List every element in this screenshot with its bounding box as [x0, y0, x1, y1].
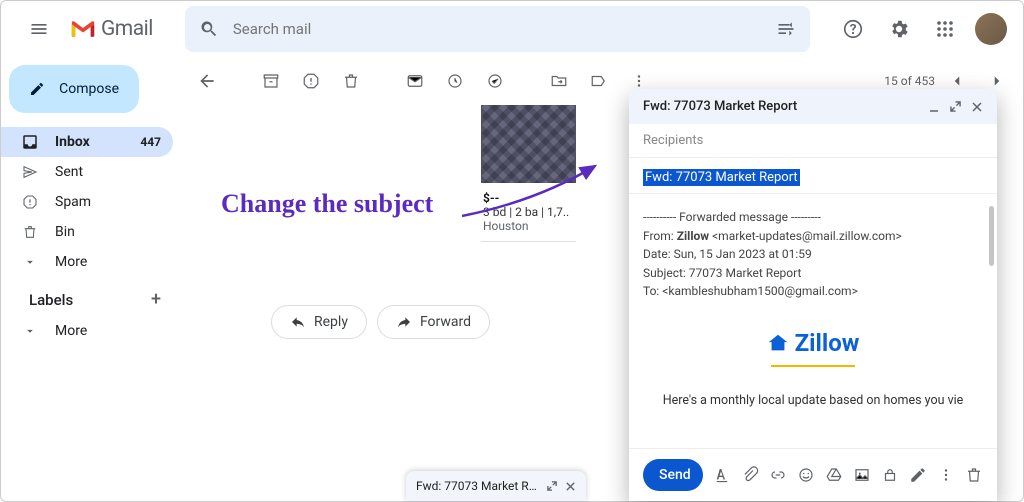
- snooze-button[interactable]: [437, 63, 473, 99]
- account-avatar[interactable]: [975, 13, 1007, 45]
- compose-header[interactable]: Fwd: 77073 Market Report: [629, 89, 997, 124]
- trash-icon: [21, 224, 39, 240]
- drive-icon[interactable]: [825, 466, 843, 484]
- pencil-icon: [29, 79, 45, 99]
- main-menu-button[interactable]: [17, 7, 61, 51]
- forward-icon: [396, 314, 412, 330]
- send-button[interactable]: Send: [643, 459, 703, 491]
- fwd-to: To: <kambleshubham1500@gmail.com>: [643, 282, 983, 301]
- compose-label: Compose: [59, 81, 119, 97]
- scrollbar-thumb[interactable]: [989, 206, 994, 266]
- listing-image: [481, 105, 576, 183]
- image-icon[interactable]: [853, 466, 871, 484]
- gmail-logo[interactable]: Gmail: [69, 17, 177, 41]
- listing-price: $--: [483, 191, 574, 205]
- search-input[interactable]: [233, 20, 762, 38]
- support-button[interactable]: [833, 9, 873, 49]
- gmail-wordmark: Gmail: [101, 17, 153, 41]
- fwd-subject: Subject: 77073 Market Report: [643, 264, 983, 283]
- listing-card[interactable]: $-- 3 bd | 2 ba | 1,7.. Houston: [481, 105, 576, 242]
- minimized-compose[interactable]: Fwd: 77073 Market Rep...: [406, 471, 586, 501]
- subject-field[interactable]: Fwd: 77073 Market Report: [629, 158, 997, 194]
- fullscreen-icon[interactable]: [950, 101, 961, 113]
- attach-icon[interactable]: [741, 466, 759, 484]
- inbox-icon: [21, 133, 39, 151]
- listing-detail: 3 bd | 2 ba | 1,7..: [483, 205, 574, 219]
- fwd-date: Date: Sun, 15 Jan 2023 at 01:59: [643, 245, 983, 264]
- compose-toolbar: Send: [629, 448, 997, 501]
- close-icon[interactable]: [565, 481, 576, 492]
- labels-more[interactable]: More: [1, 316, 173, 346]
- apps-grid-button[interactable]: [925, 9, 965, 49]
- sidebar-item-label: More: [55, 254, 87, 270]
- signature-icon[interactable]: [909, 466, 927, 484]
- labels-button[interactable]: [581, 63, 617, 99]
- compose-window: Fwd: 77073 Market Report Recipients Fwd:…: [629, 89, 997, 501]
- house-icon: [767, 332, 789, 354]
- close-icon[interactable]: [971, 101, 983, 113]
- discard-icon[interactable]: [965, 466, 983, 484]
- fwd-divider: ---------- Forwarded message ---------: [643, 208, 983, 227]
- chevron-down-icon: [21, 255, 39, 269]
- subject-text-selected[interactable]: Fwd: 77073 Market Report: [643, 169, 800, 186]
- reply-icon: [290, 314, 306, 330]
- sidebar-item-label: Bin: [55, 224, 75, 240]
- search-options-icon[interactable]: [776, 19, 796, 39]
- minimize-icon[interactable]: [928, 101, 940, 113]
- sidebar-item-spam[interactable]: Spam: [1, 187, 173, 217]
- compose-button[interactable]: Compose: [9, 65, 139, 113]
- forward-button[interactable]: Forward: [377, 305, 490, 339]
- sidebar-item-inbox[interactable]: Inbox 447: [1, 127, 173, 157]
- search-icon: [199, 19, 219, 39]
- emoji-icon[interactable]: [797, 466, 815, 484]
- zillow-underline: [771, 365, 855, 367]
- monthly-text: Here's a monthly local update based on h…: [643, 393, 983, 408]
- mark-unread-button[interactable]: [397, 63, 433, 99]
- reply-button[interactable]: Reply: [271, 305, 367, 339]
- compose-body[interactable]: ---------- Forwarded message --------- F…: [629, 194, 997, 448]
- recipients-field[interactable]: Recipients: [629, 124, 997, 158]
- sidebar-item-more[interactable]: More: [1, 247, 173, 277]
- sidebar-item-sent[interactable]: Sent: [1, 157, 173, 187]
- compose-title: Fwd: 77073 Market Report: [643, 99, 797, 114]
- inbox-count: 447: [140, 135, 161, 149]
- link-icon[interactable]: [769, 466, 787, 484]
- format-icon[interactable]: [713, 466, 731, 484]
- more-options-icon[interactable]: [937, 466, 955, 484]
- page-counter: 15 of 453: [884, 74, 935, 88]
- move-to-button[interactable]: [541, 63, 577, 99]
- add-label-button[interactable]: +: [151, 289, 161, 310]
- confidential-icon[interactable]: [881, 466, 899, 484]
- fullscreen-icon[interactable]: [547, 481, 557, 491]
- report-spam-button[interactable]: [293, 63, 329, 99]
- chevron-down-icon: [21, 324, 39, 338]
- spam-icon: [21, 194, 39, 210]
- sidebar-item-label: Sent: [55, 164, 83, 180]
- sidebar-item-bin[interactable]: Bin: [1, 217, 173, 247]
- sent-icon: [21, 164, 39, 180]
- back-button[interactable]: [189, 63, 225, 99]
- sidebar-item-label: More: [55, 323, 87, 339]
- search-bar[interactable]: [185, 6, 810, 52]
- settings-button[interactable]: [879, 9, 919, 49]
- sidebar-item-label: Spam: [55, 194, 91, 210]
- listing-city: Houston: [483, 219, 574, 233]
- delete-button[interactable]: [333, 63, 369, 99]
- labels-title: Labels: [29, 291, 73, 309]
- zillow-logo: Zillow: [767, 329, 860, 357]
- minimized-title: Fwd: 77073 Market Rep...: [416, 479, 539, 493]
- sidebar-item-label: Inbox: [55, 134, 90, 150]
- add-task-button[interactable]: [477, 63, 513, 99]
- annotation-text: Change the subject: [221, 189, 433, 219]
- archive-button[interactable]: [253, 63, 289, 99]
